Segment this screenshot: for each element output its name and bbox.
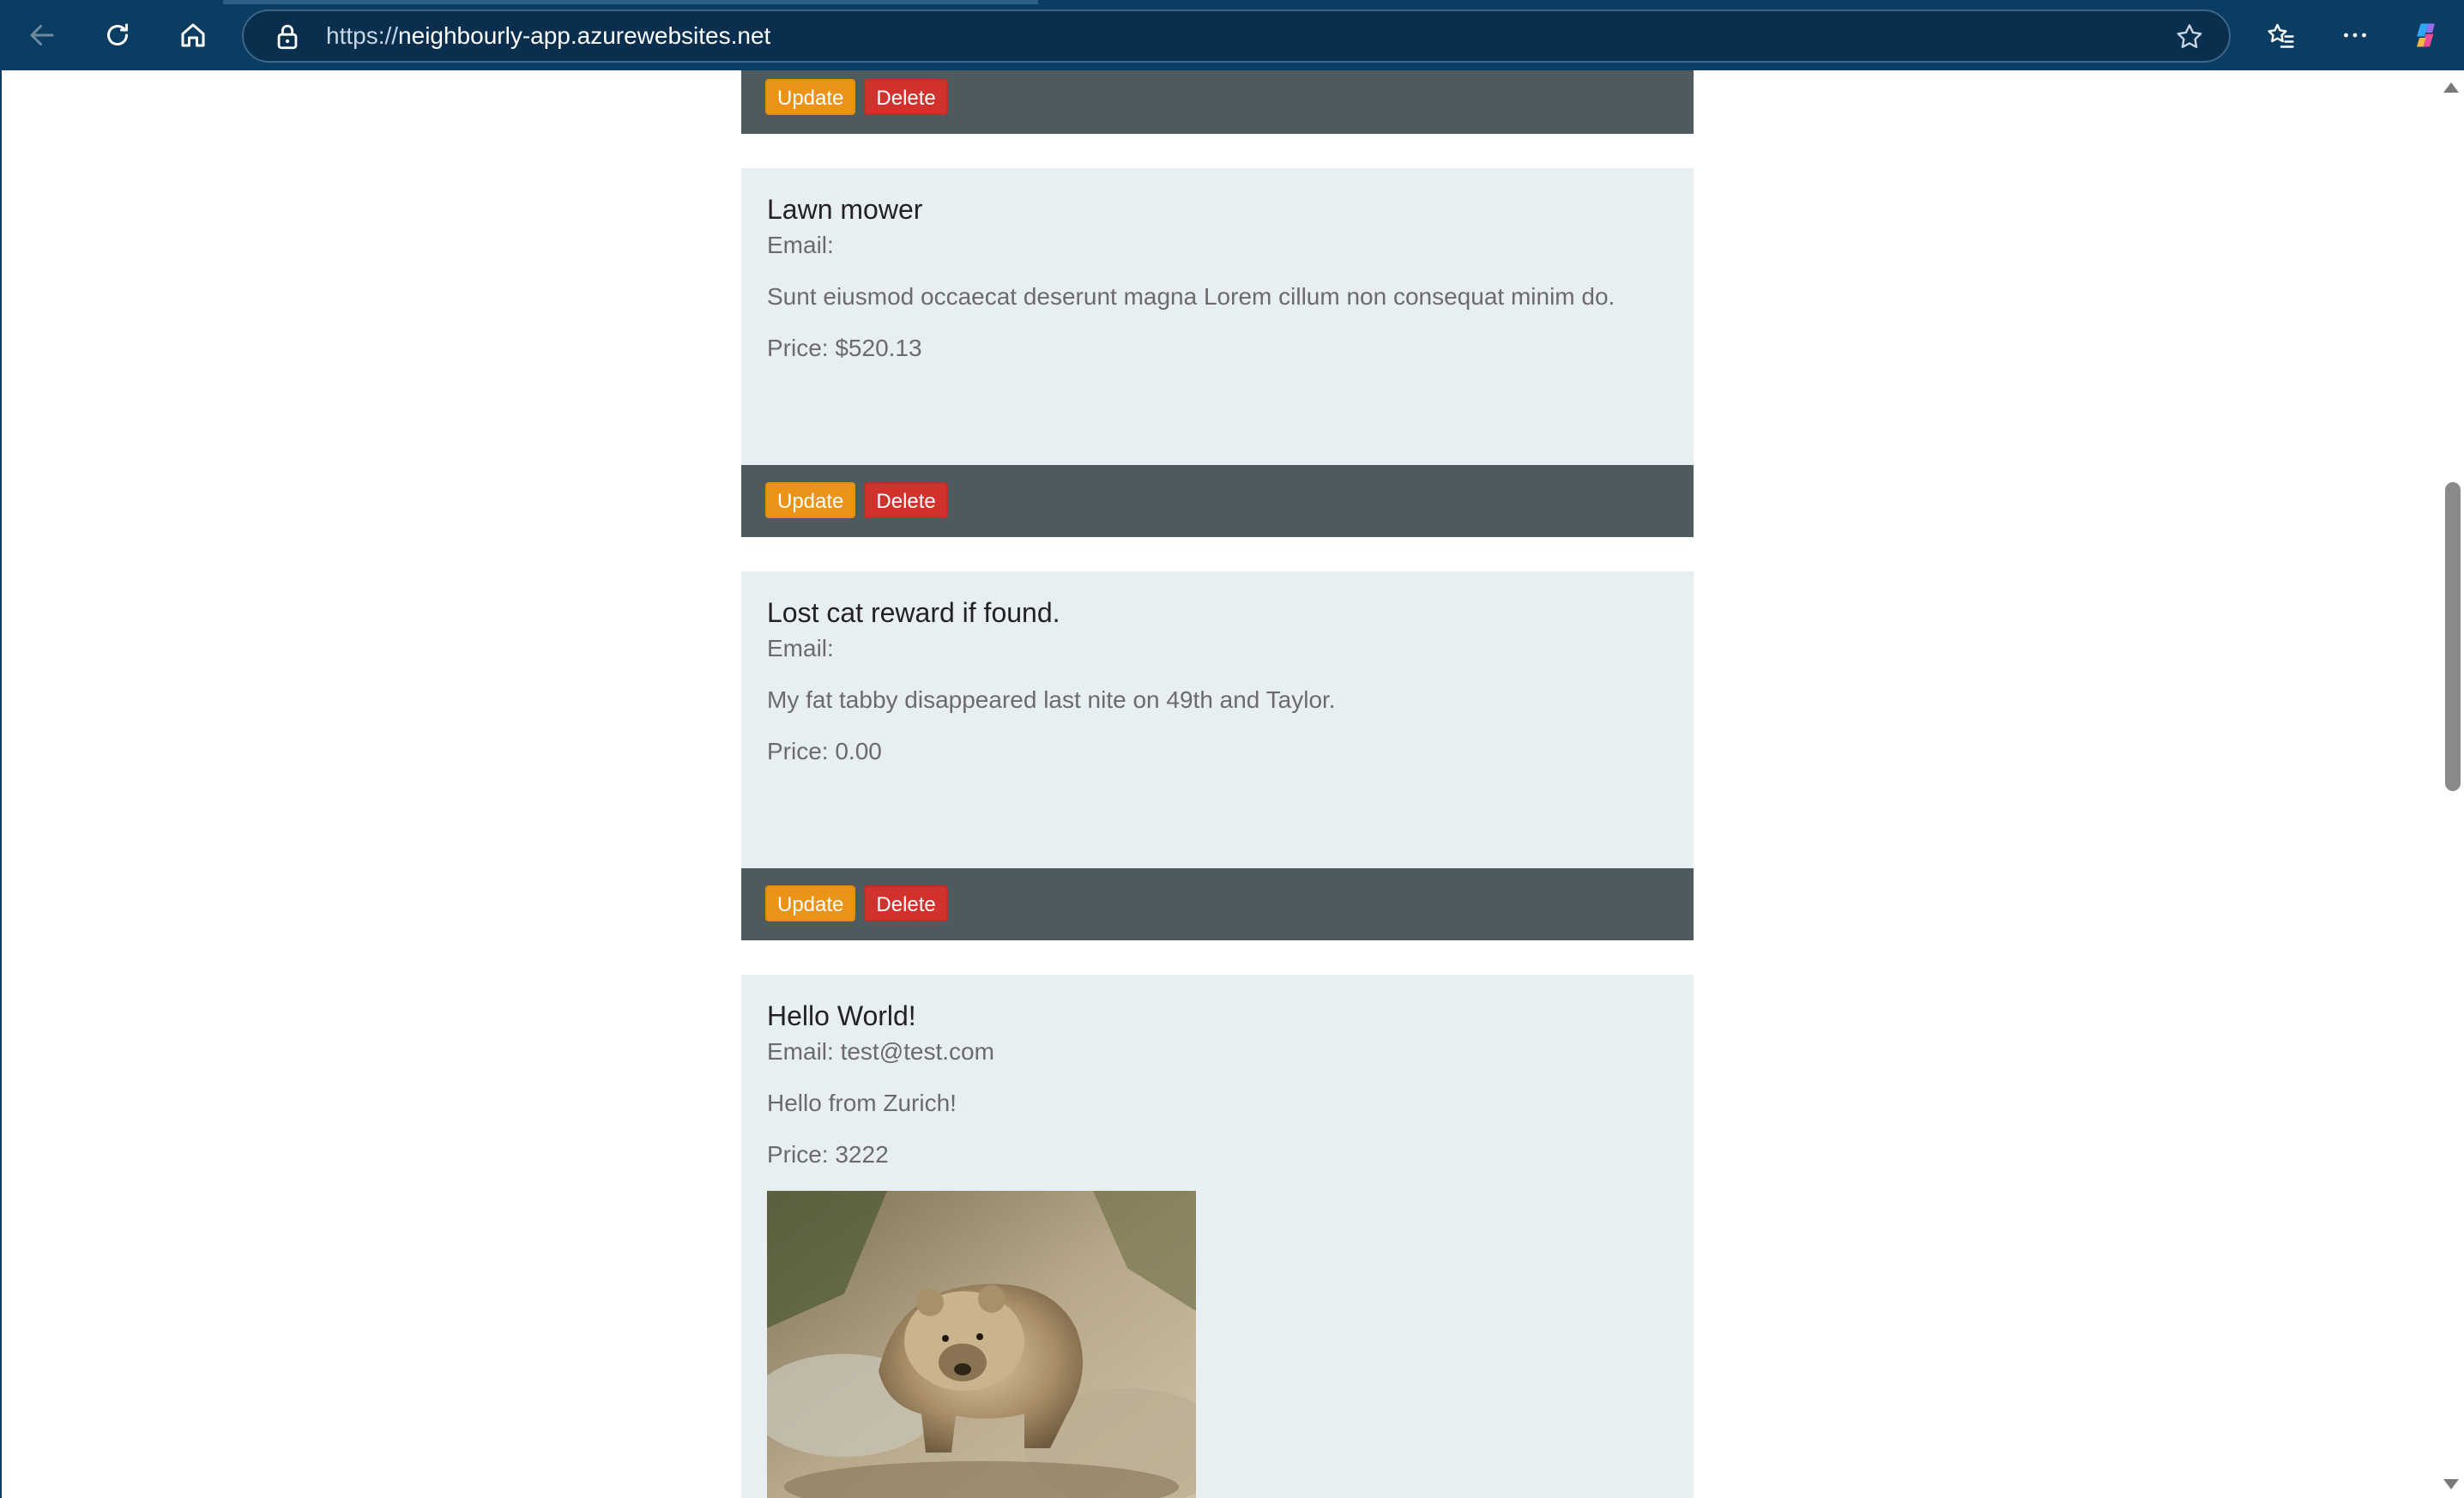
scrollbar-thumb[interactable] xyxy=(2445,482,2461,791)
copilot-button[interactable] xyxy=(2406,14,2449,57)
home-button[interactable] xyxy=(172,14,214,57)
listing-title: Lost cat reward if found. xyxy=(767,597,1060,628)
listing-description: Hello from Zurich! xyxy=(767,1090,957,1116)
listing-price: Price: $520.13 xyxy=(767,335,922,361)
refresh-icon xyxy=(107,23,128,45)
bear-photo xyxy=(767,1191,1196,1498)
scroll-up-arrow-icon[interactable] xyxy=(2443,82,2459,93)
update-button[interactable]: Update xyxy=(765,482,856,518)
listing-card: Lawn mower Email: Sunt eiusmod occaecat … xyxy=(741,168,1694,537)
back-arrow-icon xyxy=(30,25,54,45)
favorites-button[interactable] xyxy=(2260,14,2303,57)
card-footer: Update Delete xyxy=(741,465,1694,537)
listing-price: Price: 3222 xyxy=(767,1141,889,1168)
listing-card: Lost cat reward if found. Email: My fat … xyxy=(741,571,1694,940)
listing-price: Price: 0.00 xyxy=(767,738,882,764)
back-button[interactable] xyxy=(21,14,63,57)
ellipsis-icon xyxy=(2344,33,2366,38)
card-footer: Update Delete xyxy=(741,70,1694,134)
active-tab-indicator xyxy=(223,0,1038,4)
copilot-icon xyxy=(2417,23,2435,47)
update-button[interactable]: Update xyxy=(765,79,856,115)
lock-icon[interactable] xyxy=(273,22,302,51)
delete-button[interactable]: Delete xyxy=(864,79,948,115)
browser-toolbar: https://neighbourly-app.azurewebsites.ne… xyxy=(0,0,2464,70)
listing-title: Hello World! xyxy=(767,1000,916,1031)
listing-card: Update Delete xyxy=(741,70,1694,134)
listing-email: Email: test@test.com xyxy=(767,1038,994,1065)
update-button[interactable]: Update xyxy=(765,885,856,921)
listing-card: Hello World! Email: test@test.com Hello … xyxy=(741,975,1694,1498)
favorite-star-icon[interactable] xyxy=(2174,21,2205,52)
refresh-button[interactable] xyxy=(96,14,139,57)
delete-button[interactable]: Delete xyxy=(864,482,948,518)
page-viewport: Update Delete Lawn mower Email: Sunt eiu… xyxy=(0,70,2464,1498)
card-body: Lawn mower Email: Sunt eiusmod occaecat … xyxy=(741,168,1694,465)
card-body: Lost cat reward if found. Email: My fat … xyxy=(741,571,1694,868)
favorites-list-icon xyxy=(2268,23,2294,48)
card-footer: Update Delete xyxy=(741,868,1694,940)
home-icon xyxy=(181,23,205,47)
listing-description: My fat tabby disappeared last nite on 49… xyxy=(767,686,1336,713)
listing-email: Email: xyxy=(767,635,834,661)
scroll-down-arrow-icon[interactable] xyxy=(2443,1479,2459,1489)
address-bar[interactable]: https://neighbourly-app.azurewebsites.ne… xyxy=(242,9,2231,63)
listing-description: Sunt eiusmod occaecat deserunt magna Lor… xyxy=(767,283,1615,310)
listing-email: Email: xyxy=(767,232,834,258)
card-body: Hello World! Email: test@test.com Hello … xyxy=(741,975,1694,1498)
more-menu-button[interactable] xyxy=(2334,14,2376,57)
delete-button[interactable]: Delete xyxy=(864,885,948,921)
url-text[interactable]: https://neighbourly-app.azurewebsites.ne… xyxy=(326,11,770,61)
listing-title: Lawn mower xyxy=(767,194,923,225)
